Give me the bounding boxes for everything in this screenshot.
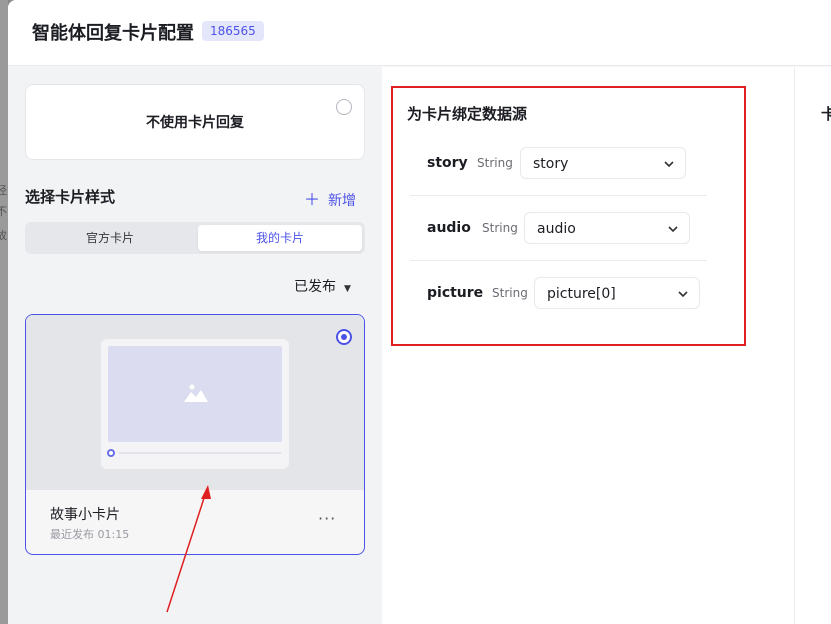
add-card-label: 新增 [328, 193, 357, 209]
plus-icon: ＋ [304, 190, 321, 209]
select-value: audio [537, 221, 576, 237]
highlight-box: 为卡片绑定数据源 story String story audio String… [391, 86, 746, 346]
chevron-down-icon [664, 161, 674, 168]
data-source-select[interactable]: story [520, 147, 686, 179]
audio-progress-line [119, 452, 281, 454]
tab-my-cards[interactable]: 我的卡片 [198, 225, 362, 251]
preview-panel: 卡 [794, 67, 831, 624]
radio-unselected-icon[interactable] [336, 99, 352, 115]
binding-row: picture String picture[0] [410, 261, 707, 326]
backdrop-text: 不 [0, 205, 7, 218]
card-name: 故事小卡片 [50, 507, 120, 523]
modal-title: 智能体回复卡片配置 [32, 23, 194, 44]
card-item[interactable]: 故事小卡片 最近发布 01:15 ··· [25, 314, 365, 555]
radio-selected-icon[interactable] [336, 329, 352, 345]
more-icon[interactable]: ··· [318, 509, 336, 528]
status-filter-label: 已发布 [294, 279, 336, 295]
section-title: 选择卡片样式 [25, 188, 116, 206]
audio-dot-icon [107, 449, 115, 457]
data-source-select[interactable]: picture[0] [534, 277, 700, 309]
card-thumbnail [101, 339, 289, 469]
backdrop-text: 故 [0, 229, 7, 242]
field-type: String [482, 221, 518, 235]
image-icon [184, 384, 208, 402]
field-type: String [492, 286, 528, 300]
field-name: story [427, 155, 468, 171]
modal-header: 智能体回复卡片配置 186565 [8, 0, 831, 66]
chevron-down-icon [668, 226, 678, 233]
card-preview [26, 315, 364, 490]
preview-title: 卡 [821, 105, 831, 123]
card-source-tabs: 官方卡片 我的卡片 [25, 222, 365, 254]
field-name: audio [427, 220, 471, 236]
card-publish-time: 最近发布 01:15 [50, 528, 130, 541]
background-page: 径 不 故 [0, 0, 8, 624]
no-card-option[interactable]: 不使用卡片回复 [25, 84, 365, 160]
caret-down-icon: ▼ [344, 284, 351, 294]
no-card-label: 不使用卡片回复 [146, 115, 244, 131]
backdrop-text: 径 [0, 184, 7, 197]
tab-official-cards[interactable]: 官方卡片 [28, 225, 192, 251]
data-source-select[interactable]: audio [524, 212, 690, 244]
select-value: picture[0] [547, 286, 616, 302]
bind-title: 为卡片绑定数据源 [407, 105, 528, 123]
field-type: String [477, 156, 513, 170]
chevron-down-icon [678, 291, 688, 298]
select-value: story [533, 156, 569, 172]
image-placeholder [108, 346, 282, 442]
id-badge: 186565 [202, 21, 264, 41]
card-config-modal: 智能体回复卡片配置 186565 不使用卡片回复 选择卡片样式 ＋ 新增 官方卡片… [8, 0, 831, 624]
binding-row: story String story [410, 131, 707, 196]
card-style-panel: 不使用卡片回复 选择卡片样式 ＋ 新增 官方卡片 我的卡片 已发布 ▼ 故事小卡片… [8, 67, 382, 624]
binding-row: audio String audio [410, 196, 707, 261]
add-card-button[interactable]: ＋ 新增 [304, 186, 356, 210]
field-name: picture [427, 285, 484, 301]
status-filter-dropdown[interactable]: 已发布 ▼ [294, 276, 351, 296]
data-binding-panel: 为卡片绑定数据源 story String story audio String… [382, 67, 794, 624]
